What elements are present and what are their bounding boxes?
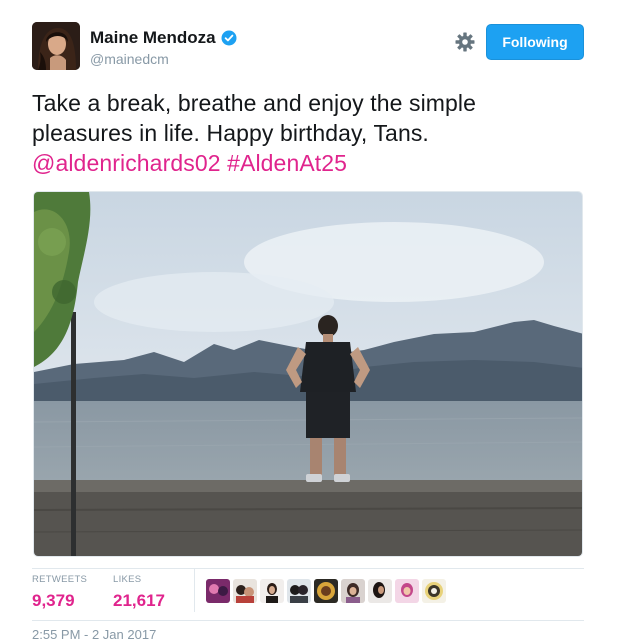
hashtag-link[interactable]: #AldenAt25 (227, 150, 347, 176)
liker-avatar[interactable] (314, 579, 338, 603)
retweets-count: 9,379 (32, 591, 75, 610)
stats-separator (194, 568, 195, 612)
tweet-timestamp[interactable]: 2:55 PM - 2 Jan 2017 (32, 627, 156, 640)
likes-label: LIKES (113, 574, 142, 585)
tweet-text: Take a break, breathe and enjoy the simp… (32, 88, 592, 178)
verified-badge-icon (221, 30, 237, 46)
liker-avatar[interactable] (287, 579, 311, 603)
liker-avatar[interactable] (395, 579, 419, 603)
liker-avatars (206, 579, 446, 603)
liker-avatar[interactable] (422, 579, 446, 603)
stats-divider-bottom (32, 620, 584, 621)
mention-link[interactable]: @aldenrichards02 (32, 150, 221, 176)
stats-divider-top (32, 568, 584, 569)
user-names: Maine Mendoza @mainedcm (90, 28, 237, 67)
retweets-stat[interactable]: RETWEETS 9,379 (32, 574, 87, 611)
tweet-line-2: pleasures in life. Happy birthday, Tans. (32, 120, 429, 146)
liker-avatar[interactable] (368, 579, 392, 603)
liker-avatar[interactable] (341, 579, 365, 603)
likes-count: 21,617 (113, 591, 165, 610)
tweet-links: @aldenrichards02 #AldenAt25 (32, 148, 592, 178)
display-name[interactable]: Maine Mendoza (90, 28, 216, 48)
liker-avatar[interactable] (260, 579, 284, 603)
liker-avatar[interactable] (206, 579, 230, 603)
following-button[interactable]: Following (486, 24, 584, 60)
tweet-header: Maine Mendoza @mainedcm Following (32, 22, 584, 72)
display-name-row: Maine Mendoza (90, 28, 237, 48)
tweet-line-1: Take a break, breathe and enjoy the simp… (32, 90, 477, 116)
lake-photo (34, 192, 582, 556)
gear-icon[interactable] (454, 31, 476, 53)
likes-stat[interactable]: LIKES 21,617 (113, 574, 165, 611)
liker-avatar[interactable] (233, 579, 257, 603)
tweet-photo[interactable] (33, 191, 583, 557)
user-handle[interactable]: @mainedcm (90, 51, 237, 67)
retweets-label: RETWEETS (32, 574, 88, 585)
avatar[interactable] (32, 22, 80, 70)
tweet-stats: RETWEETS 9,379 LIKES 21,617 (32, 568, 584, 618)
